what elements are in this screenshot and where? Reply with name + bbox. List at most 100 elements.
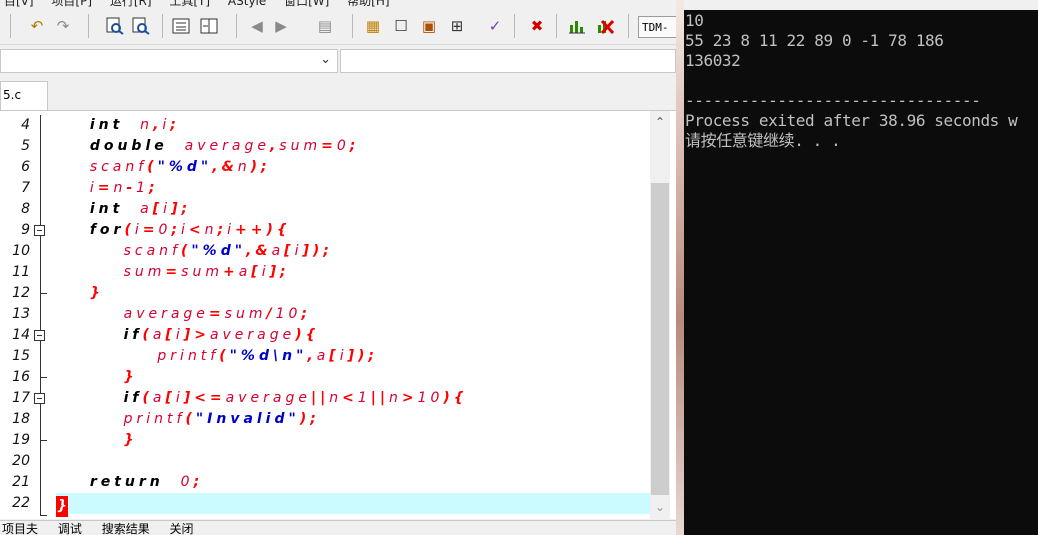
indent-icon[interactable]	[170, 15, 192, 37]
replace-icon[interactable]	[130, 15, 152, 37]
toolbar-separator	[628, 14, 629, 38]
code-line: if(a[i]>average){	[123, 327, 320, 343]
line-number: 5	[21, 138, 30, 154]
menu-astyle[interactable]: AStyle	[228, 0, 266, 8]
fold-guide	[40, 115, 41, 515]
tab-search-results[interactable]: 搜索结果	[100, 521, 150, 535]
toolbar-separator	[162, 14, 163, 38]
toolbar-separator	[88, 14, 89, 38]
bookmark-next-icon[interactable]: ▶	[270, 15, 292, 37]
file-tab[interactable]: 5.c	[0, 81, 48, 110]
line-number: 7	[21, 180, 30, 196]
code-line: }	[89, 285, 104, 301]
ide-window: 目[V] 项目[P] 运行[R] 工具[T] AStyle 窗口[W] 帮助[H…	[0, 0, 676, 535]
console-window[interactable]: 10 55 23 8 11 22 89 0 -1 78 186 136032 -…	[684, 0, 1038, 535]
toolbar-separator	[556, 14, 557, 38]
code-line: }	[123, 369, 138, 385]
tab-debug[interactable]: 调试	[56, 521, 82, 535]
toolbar: ↶ ↷ ◀ ▶ ▤ ▦ ☐ ▣ ⊞ ✓ ✖ TDM-	[0, 8, 676, 45]
line-number: 12	[12, 285, 30, 301]
window-gap	[676, 0, 684, 535]
code-editor[interactable]: 4 5 6 7 8 9 10 11 12 13 14 15 16 17 18 1…	[0, 111, 676, 519]
scroll-up-icon[interactable]: ⌃	[650, 115, 670, 129]
code-line: if(a[i]<=average||n<1||n>10){	[123, 390, 468, 406]
redo-icon[interactable]: ↷	[52, 15, 74, 37]
toolbar-separator	[10, 14, 11, 38]
scroll-thumb[interactable]	[651, 183, 669, 495]
fold-collapse-icon[interactable]	[34, 393, 45, 404]
editor-tab-bar: 5.c	[0, 79, 676, 111]
console-titlebar-edge	[684, 0, 1038, 10]
menu-bar: 目[V] 项目[P] 运行[R] 工具[T] AStyle 窗口[W] 帮助[H…	[0, 0, 676, 8]
menu-project[interactable]: 项目[P]	[51, 0, 92, 8]
code-line: i=n-1;	[89, 180, 159, 196]
member-combo[interactable]	[340, 49, 676, 73]
toolbar-separator	[352, 14, 353, 38]
vertical-scrollbar[interactable]: ⌃ ⌄	[650, 111, 670, 519]
code-line: printf("Invalid");	[123, 411, 320, 427]
line-number: 10	[12, 243, 30, 259]
bookmark-toggle-icon[interactable]: ▤	[314, 15, 336, 37]
rebuild-icon[interactable]: ⊞	[446, 15, 468, 37]
line-number: 14	[12, 327, 30, 343]
code-line-current	[56, 493, 650, 514]
line-number: 11	[12, 264, 30, 280]
code-line: scanf("%d",&a[i]);	[123, 243, 333, 259]
line-number: 18	[12, 411, 30, 427]
unindent-icon[interactable]	[198, 15, 220, 37]
line-number: 9	[21, 222, 30, 238]
code-line: }	[123, 432, 138, 448]
fold-end-mark	[40, 515, 47, 516]
class-browser-bar: ⌄	[0, 45, 676, 78]
line-number: 6	[21, 159, 30, 175]
scroll-down-icon[interactable]: ⌄	[650, 500, 670, 514]
undo-icon[interactable]: ↶	[26, 15, 48, 37]
code-line: average=sum/10;	[123, 306, 312, 322]
line-number: 19	[12, 432, 30, 448]
console-line: --------------------------------	[685, 91, 981, 110]
menu-window[interactable]: 窗口[W]	[284, 0, 329, 8]
code-area[interactable]: int n,i; double average,sum=0; scanf("%d…	[56, 111, 650, 519]
code-line: int n,i;	[56, 115, 650, 136]
bookmark-prev-icon[interactable]: ◀	[246, 15, 268, 37]
line-number: 15	[12, 348, 30, 364]
fold-collapse-icon[interactable]	[34, 225, 45, 236]
fold-end-mark	[40, 377, 47, 378]
run-icon[interactable]: ☐	[390, 15, 412, 37]
menu-view[interactable]: 目[V]	[4, 0, 34, 8]
line-number-gutter: 4 5 6 7 8 9 10 11 12 13 14 15 16 17 18 1…	[0, 111, 55, 519]
compiler-select[interactable]: TDM-	[638, 16, 676, 38]
function-combo[interactable]: ⌄	[0, 49, 338, 73]
stop-icon[interactable]: ✖	[526, 15, 548, 37]
tab-close[interactable]: 关闭	[168, 521, 194, 535]
fold-end-mark	[40, 293, 47, 294]
check-syntax-icon[interactable]: ✓	[484, 15, 506, 37]
menu-tools[interactable]: 工具[T]	[169, 0, 210, 8]
profile-icon[interactable]	[566, 15, 588, 37]
toolbar-separator	[236, 14, 237, 38]
code-line: scanf("%d",&n);	[89, 159, 271, 175]
compile-icon[interactable]: ▦	[362, 15, 384, 37]
toolbar-separator	[514, 14, 515, 38]
line-number: 22	[12, 495, 30, 511]
console-line: 10	[685, 11, 704, 30]
console-line: 136032	[685, 51, 741, 70]
line-number: 21	[12, 474, 30, 490]
menu-help[interactable]: 帮助[H]	[347, 0, 389, 8]
code-line: for(i=0;i<n;i++){	[89, 222, 291, 238]
delete-profile-icon[interactable]	[594, 15, 616, 37]
fold-collapse-icon[interactable]	[34, 330, 45, 341]
chevron-down-icon[interactable]: ⌄	[320, 52, 331, 67]
tab-compiler[interactable]: 项目夫	[0, 521, 38, 535]
code-line: return 0;	[89, 474, 204, 490]
console-line: Process exited after 38.96 seconds w	[685, 111, 1018, 130]
line-number: 16	[12, 369, 30, 385]
line-number: 20	[12, 453, 30, 469]
line-number: 13	[12, 306, 30, 322]
menu-run[interactable]: 运行[R]	[110, 0, 152, 8]
compile-run-icon[interactable]: ▣	[418, 15, 440, 37]
code-line: printf("%d\n",a[i]);	[157, 348, 378, 364]
find-icon[interactable]	[104, 15, 126, 37]
